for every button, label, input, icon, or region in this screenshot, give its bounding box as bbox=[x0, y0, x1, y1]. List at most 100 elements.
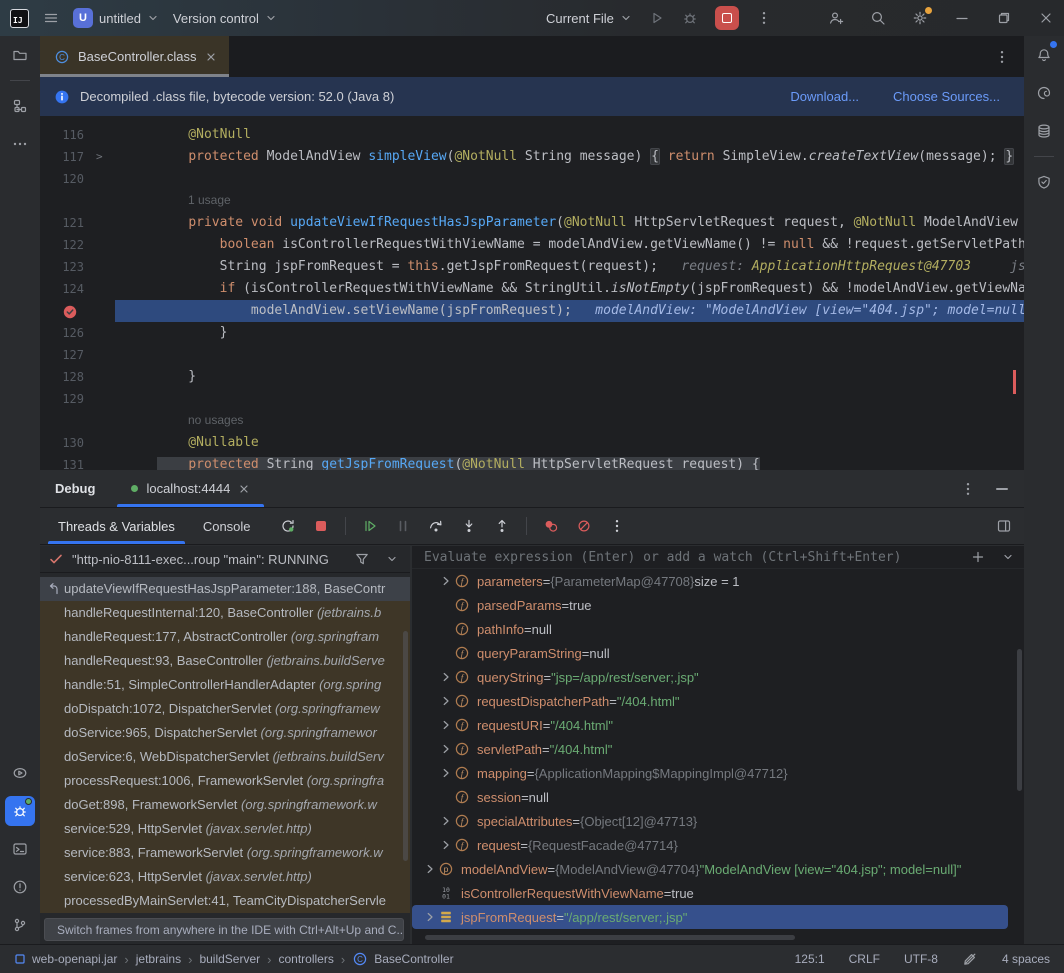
frames-scrollbar[interactable] bbox=[403, 631, 408, 861]
gutter-line[interactable]: 128 bbox=[40, 366, 115, 388]
breadcrumb-item[interactable]: web-openapi.jar bbox=[14, 952, 117, 966]
usage-inlay[interactable]: 1 usage bbox=[115, 190, 1024, 212]
stop-button[interactable] bbox=[714, 6, 739, 30]
stack-frame[interactable]: doService:965, DispatcherServlet (org.sp… bbox=[40, 721, 410, 745]
usage-inlay[interactable]: no usages bbox=[115, 410, 1024, 432]
expand-icon[interactable] bbox=[438, 671, 454, 683]
variable-pathInfo[interactable]: f pathInfo = null bbox=[412, 617, 1024, 641]
stack-frame[interactable]: service:529, HttpServlet (javax.servlet.… bbox=[40, 817, 410, 841]
chevron-down-icon[interactable] bbox=[1002, 549, 1014, 565]
restore-button[interactable] bbox=[996, 10, 1012, 26]
step-over-button[interactable] bbox=[423, 513, 449, 539]
more-actions-icon[interactable] bbox=[756, 10, 772, 26]
close-button[interactable] bbox=[1038, 10, 1054, 26]
settings-icon[interactable] bbox=[912, 7, 932, 26]
breadcrumb-item[interactable]: controllers bbox=[278, 952, 333, 966]
view-breakpoints-button[interactable] bbox=[538, 513, 564, 539]
stack-frame[interactable]: handleRequest:93, BaseController (jetbra… bbox=[40, 649, 410, 673]
toolwindow-database[interactable] bbox=[1029, 116, 1059, 146]
variable-queryParamString[interactable]: f queryParamString = null bbox=[412, 641, 1024, 665]
expand-icon[interactable] bbox=[438, 815, 454, 827]
filter-icon[interactable] bbox=[354, 551, 370, 567]
minimize-button[interactable] bbox=[954, 10, 970, 26]
hide-toolwindow-icon[interactable] bbox=[996, 487, 1008, 490]
stack-frame[interactable]: service:623, HttpServlet (javax.servlet.… bbox=[40, 865, 410, 889]
status-item[interactable]: 125:1 bbox=[795, 952, 825, 966]
main-menu-icon[interactable] bbox=[43, 10, 59, 26]
new-watch-icon[interactable] bbox=[970, 549, 986, 565]
mute-breakpoints-button[interactable] bbox=[571, 513, 597, 539]
status-item[interactable]: 4 spaces bbox=[1002, 952, 1050, 966]
gutter-line[interactable]: 121 bbox=[40, 212, 115, 234]
expand-icon[interactable] bbox=[438, 767, 454, 779]
variable-parsedParams[interactable]: f parsedParams = true bbox=[412, 593, 1024, 617]
breadcrumb-item[interactable]: C BaseController bbox=[352, 951, 454, 967]
expand-icon[interactable] bbox=[438, 695, 454, 707]
stack-frame[interactable]: processRequest:1006, FrameworkServlet (o… bbox=[40, 769, 410, 793]
stack-frame[interactable]: handleRequest:177, AbstractController (o… bbox=[40, 625, 410, 649]
editor-gutter[interactable]: 116 117 >120 121 122 123 124 126 127 128 129 130 131 bbox=[40, 124, 115, 470]
gutter-line[interactable]: 129 bbox=[40, 388, 115, 410]
readonly-icon[interactable] bbox=[962, 951, 978, 967]
step-into-button[interactable] bbox=[456, 513, 482, 539]
variable-jspFromRequest[interactable]: jspFromRequest = "/app/rest/server;.jsp" bbox=[412, 905, 1008, 929]
search-icon[interactable] bbox=[870, 10, 886, 26]
tab-console[interactable]: Console bbox=[193, 508, 261, 544]
vcs-widget[interactable]: Version control bbox=[173, 11, 277, 26]
run-configuration[interactable]: Current File bbox=[546, 11, 632, 26]
toolwindow-structure[interactable] bbox=[5, 91, 35, 121]
variable-queryString[interactable]: f queryString = "jsp=/app/rest/server;.js… bbox=[412, 665, 1024, 689]
toolwindow-terminal[interactable] bbox=[5, 834, 35, 864]
chevron-down-icon[interactable] bbox=[386, 551, 398, 567]
toolwindow-services[interactable] bbox=[5, 758, 35, 788]
more-button[interactable] bbox=[604, 513, 630, 539]
stack-frame[interactable]: handleRequestInternal:120, BaseControlle… bbox=[40, 601, 410, 625]
status-item[interactable]: UTF-8 bbox=[904, 952, 938, 966]
variable-modelAndView[interactable]: p modelAndView = {ModelAndView@47704} "Mo… bbox=[412, 857, 1024, 881]
toolwindow-project[interactable] bbox=[5, 40, 35, 70]
variables-scrollbar[interactable] bbox=[1017, 649, 1022, 791]
code-with-me-icon[interactable] bbox=[828, 10, 844, 26]
breadcrumb-item[interactable]: jetbrains bbox=[136, 952, 181, 966]
gutter-line[interactable]: 117 > bbox=[40, 146, 115, 168]
pause-button[interactable] bbox=[390, 513, 416, 539]
project-widget[interactable]: U untitled bbox=[73, 8, 159, 28]
expand-icon[interactable] bbox=[438, 743, 454, 755]
variable-mapping[interactable]: f mapping = {ApplicationMapping$MappingIm… bbox=[412, 761, 1024, 785]
toolwindow-problems[interactable] bbox=[5, 872, 35, 902]
download-link[interactable]: Download... bbox=[790, 89, 859, 104]
toolwindow-debug[interactable] bbox=[5, 796, 35, 826]
variable-requestDispatcherPath[interactable]: f requestDispatcherPath = "/404.html" bbox=[412, 689, 1024, 713]
stack-frame[interactable]: doDispatch:1072, DispatcherServlet (org.… bbox=[40, 697, 410, 721]
expand-icon[interactable] bbox=[438, 839, 454, 851]
gutter-line[interactable]: 120 bbox=[40, 168, 115, 190]
debug-options-icon[interactable] bbox=[960, 481, 976, 497]
stack-frame[interactable]: doService:6, WebDispatcherServlet (jetbr… bbox=[40, 745, 410, 769]
gutter-line[interactable]: 131 bbox=[40, 454, 115, 470]
variable-parameters[interactable]: f parameters = {ParameterMap@47708} size … bbox=[412, 569, 1024, 593]
expand-icon[interactable] bbox=[438, 719, 454, 731]
fold-arrow-icon[interactable]: > bbox=[96, 146, 103, 168]
gutter-line[interactable]: 123 bbox=[40, 256, 115, 278]
expand-icon[interactable] bbox=[422, 911, 438, 923]
breadcrumb-item[interactable]: buildServer bbox=[199, 952, 260, 966]
step-out-button[interactable] bbox=[489, 513, 515, 539]
gutter-line[interactable]: 122 bbox=[40, 234, 115, 256]
layout-settings-icon[interactable] bbox=[996, 518, 1024, 534]
gutter-line[interactable] bbox=[40, 300, 115, 322]
choose-sources-link[interactable]: Choose Sources... bbox=[893, 89, 1000, 104]
run-icon[interactable] bbox=[649, 10, 665, 26]
close-tab-icon[interactable] bbox=[205, 51, 217, 63]
variable-session[interactable]: f session = null bbox=[412, 785, 1024, 809]
stack-frame[interactable]: service:883, FrameworkServlet (org.sprin… bbox=[40, 841, 410, 865]
rerun-debug-button[interactable] bbox=[275, 513, 301, 539]
code-editor[interactable]: 116 117 >120 121 122 123 124 126 127 128 129 130 131… bbox=[40, 116, 1024, 470]
error-stripe-mark[interactable] bbox=[1013, 370, 1016, 394]
toolwindow-notifications[interactable] bbox=[1029, 40, 1059, 70]
close-session-icon[interactable] bbox=[238, 483, 250, 495]
stop-button[interactable] bbox=[308, 513, 334, 539]
variable-servletPath[interactable]: f servletPath = "/404.html" bbox=[412, 737, 1024, 761]
variable-requestURI[interactable]: f requestURI = "/404.html" bbox=[412, 713, 1024, 737]
debug-icon[interactable] bbox=[682, 10, 698, 26]
stack-frame[interactable]: doGet:898, FrameworkServlet (org.springf… bbox=[40, 793, 410, 817]
